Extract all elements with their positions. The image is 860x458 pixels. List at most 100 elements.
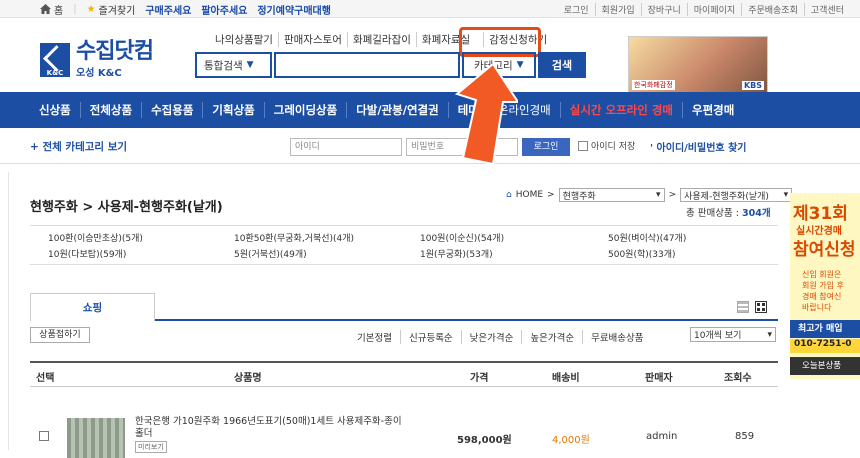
subcategory-link[interactable]: 1원(무궁화)(53개): [420, 247, 493, 260]
nav-all-products[interactable]: 전체상품: [79, 102, 141, 118]
nav-graded-products[interactable]: 그레이딩상품: [263, 102, 346, 118]
nav-collecting-supplies[interactable]: 수집용품: [141, 102, 202, 118]
chevron-right-icon: >: [547, 190, 555, 200]
subcategory-grid: 100환(이승만초상)(5개) 10환50환(무궁화,거북선)(4개) 100원…: [30, 225, 778, 265]
home-link[interactable]: 홈: [40, 2, 63, 17]
nav-new-products[interactable]: 신상품: [30, 102, 80, 118]
product-price: 598,000원: [457, 435, 512, 446]
list-view-icon[interactable]: [737, 301, 749, 313]
total-products: 총 판매상품 : 304개: [686, 208, 771, 219]
sub-bar: + 전체 카테고리 보기 아이디 비밀번호 로그인 아이디 저장 ' 아이디/비…: [0, 128, 860, 164]
seller-name: admin: [646, 431, 678, 442]
path-subcategory-select[interactable]: 사용제-현행주화(낱개) ▾: [680, 188, 793, 202]
quick-link-currency-guide[interactable]: 화폐길라잡이: [346, 32, 416, 47]
save-id-checkbox[interactable]: 아이디 저장: [578, 139, 635, 152]
customer-center-link[interactable]: 고객센터: [803, 2, 850, 16]
preview-button[interactable]: 미리보기: [135, 441, 167, 453]
table-row: 한국은행 가10원주화 1966년도표기(50매)1세트 사용제주화-종이홀더 …: [30, 408, 778, 458]
product-name-link[interactable]: 한국은행 가10원주화 1966년도표기(50매)1세트 사용제주화-종이홀더: [135, 416, 405, 440]
find-account-link[interactable]: ' 아이디/비밀번호 찾기: [650, 139, 746, 154]
buy-request-link[interactable]: 구매주세요: [145, 2, 191, 17]
subcategory-link[interactable]: 10원(다보탑)(59개): [48, 247, 126, 260]
logo-mark-icon: K&C: [40, 42, 70, 77]
quick-link-sell[interactable]: 나의상품팔기: [210, 32, 278, 47]
collapse-products-button[interactable]: 상품접하기: [30, 327, 90, 343]
bookmark-label: 즐겨찾기: [98, 5, 136, 17]
tab-bar: 쇼핑: [30, 293, 778, 321]
chevron-down-icon: ▾: [767, 329, 772, 340]
table-header: 선택 상품명 가격 배송비 판매자 조회수: [30, 361, 778, 387]
subcategory-link[interactable]: 500원(학)(33개): [608, 247, 676, 260]
col-seller: 판매자: [645, 373, 673, 384]
pointer-arrow-icon: [454, 64, 518, 164]
promo-edition: 제31회: [793, 204, 848, 224]
location-path: ⌂ HOME > 현행주화 ▾ > 사용제-현행주화(낱개) ▾: [506, 188, 793, 202]
promo-top-price-buy: 최고가 매입: [790, 320, 860, 338]
product-thumbnail[interactable]: [67, 418, 125, 458]
main-nav: 신상품 전체상품 수집용품 기획상품 그레이딩상품 다발/관봉/연결권 테마 온…: [0, 92, 860, 128]
grid-glyph: [757, 303, 765, 311]
login-link[interactable]: 로그인: [558, 3, 595, 16]
subcategory-link[interactable]: 10환50환(무궁화,거북선)(4개): [234, 231, 354, 244]
sort-default[interactable]: 기본정렬: [349, 330, 400, 344]
promo-join: 참여신청: [793, 240, 856, 260]
subscription-link[interactable]: 정기예약구매대행: [257, 2, 331, 17]
nav-bundles[interactable]: 다발/관봉/연결권: [346, 102, 447, 118]
promo-phone: 010-7251-0: [790, 339, 860, 353]
path-category-select[interactable]: 현행주화 ▾: [558, 188, 665, 202]
subcategory-link[interactable]: 100환(이승만초상)(5개): [48, 231, 143, 244]
chevron-down-icon: ▼: [246, 60, 254, 70]
col-views: 조회수: [724, 373, 752, 384]
sort-low-price[interactable]: 낮은가격순: [460, 330, 522, 344]
order-tracking-link[interactable]: 주문배송조회: [741, 2, 804, 16]
mypage-link[interactable]: 마이페이지: [686, 2, 741, 16]
nav-special-products[interactable]: 기획상품: [202, 102, 263, 118]
col-product-name: 상품명: [234, 373, 262, 384]
sort-newest[interactable]: 신규등록순: [399, 330, 461, 344]
col-price: 가격: [470, 373, 489, 384]
subcategory-link[interactable]: 50원(벼이삭)(47개): [608, 231, 686, 244]
divider: |: [73, 3, 77, 15]
id-field[interactable]: 아이디: [290, 138, 402, 156]
logo-name: 수집닷컴: [76, 39, 154, 64]
search-scope-select[interactable]: 통합검색 ▼: [195, 52, 272, 78]
star-icon: ★: [86, 3, 96, 15]
signup-link[interactable]: 회원가입: [594, 2, 641, 16]
cart-link[interactable]: 장바구니: [640, 2, 687, 16]
recently-viewed-button[interactable]: 오늘본상품: [790, 357, 860, 375]
nav-mail-auction[interactable]: 우편경매: [682, 102, 743, 118]
search-input[interactable]: [274, 52, 460, 78]
search-button[interactable]: 검색: [538, 52, 586, 78]
sell-request-link[interactable]: 팔아주세요: [201, 2, 247, 17]
login-button[interactable]: 로그인: [522, 138, 570, 156]
quick-link-seller-store[interactable]: 판매자스토어: [277, 32, 347, 47]
ad-banner[interactable]: 한국화폐감정 KBS: [628, 36, 768, 94]
sort-free-shipping[interactable]: 무료배송상품: [582, 330, 651, 344]
col-shipping: 배송비: [552, 373, 580, 384]
all-categories-link[interactable]: + 전체 카테고리 보기: [30, 139, 127, 154]
home-path-label[interactable]: HOME: [516, 190, 543, 200]
row-checkbox[interactable]: [39, 431, 49, 441]
home-label: 홈: [54, 5, 64, 17]
subcategory-link[interactable]: 5원(거북선)(49개): [234, 247, 307, 260]
chevron-down-icon: ▾: [656, 190, 661, 200]
site-logo[interactable]: K&C 수집닷컴 오성 K&C: [40, 39, 154, 79]
grid-view-icon[interactable]: [755, 301, 767, 313]
kbs-logo: KBS: [741, 81, 764, 90]
sort-high-price[interactable]: 높은가격순: [521, 330, 582, 344]
search-bar: 통합검색 ▼ 카테고리 ▼ 검색: [195, 52, 586, 78]
tab-shopping[interactable]: 쇼핑: [30, 293, 155, 321]
items-per-page-select[interactable]: 10개씩 보기 ▾: [690, 327, 776, 342]
chevron-right-icon: >: [668, 190, 677, 200]
view-count: 859: [735, 431, 755, 442]
home-icon: [40, 4, 51, 14]
subcategory-link[interactable]: 100원(이순신)(54개): [420, 231, 504, 244]
col-select: 선택: [36, 373, 55, 384]
logo-sub: 오성 K&C: [76, 68, 122, 79]
bookmark-link[interactable]: ★ 즐겨찾기: [87, 2, 136, 17]
sort-options: 기본정렬 신규등록순 낮은가격순 높은가격순 무료배송상품: [349, 330, 652, 344]
home-icon: ⌂: [506, 190, 512, 200]
nav-live-auction[interactable]: 실시간 오프라인 경매: [559, 102, 682, 118]
side-promo-banner[interactable]: 제31회 실시간경매 참여신청 신입 회원은 회원 가입 후 경매 참여신 바랍…: [790, 193, 860, 379]
promo-notice: 신입 회원은 회원 가입 후 경매 참여신 바랍니다: [802, 270, 844, 312]
